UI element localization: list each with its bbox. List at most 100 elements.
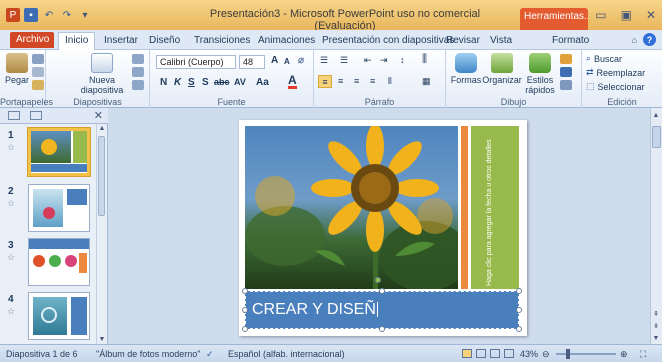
text-direction-icon[interactable]: ⫼ — [422, 53, 427, 66]
resize-handle[interactable] — [516, 288, 522, 294]
close-icon[interactable]: ✕ — [646, 8, 656, 22]
strike-button[interactable]: abc — [214, 77, 230, 87]
align-left-icon[interactable]: ≡ — [318, 75, 332, 88]
spacing-button[interactable]: AV — [234, 77, 246, 87]
shadow-button[interactable]: S — [202, 77, 209, 88]
slide-thumbnail-3[interactable] — [28, 238, 90, 286]
shape-fill-icon[interactable] — [560, 54, 572, 64]
restore-icon[interactable]: ▣ — [621, 8, 632, 22]
tab-revisar[interactable]: Revisar — [440, 33, 486, 50]
minimize-icon[interactable]: ▭ — [595, 8, 606, 22]
font-color-button[interactable]: A — [288, 74, 297, 89]
grow-font-icon[interactable]: A — [271, 55, 278, 66]
reset-icon[interactable] — [132, 67, 144, 77]
new-slide-button[interactable]: Nueva diapositiva — [81, 53, 123, 95]
title-textbox[interactable]: CREAR Y DISEÑ — [245, 291, 519, 329]
language[interactable]: Español (alfab. internacional) — [228, 349, 345, 359]
clear-format-icon[interactable]: ⌀ — [298, 55, 304, 66]
save-icon[interactable]: ▪ — [24, 8, 38, 22]
shape-outline-icon[interactable] — [560, 67, 572, 77]
main-scrollbar[interactable]: ▲ ⇞ ⇟ ▼ — [650, 108, 662, 344]
increase-indent-icon[interactable]: ⇥ — [380, 55, 388, 66]
main-scroll-thumb[interactable] — [652, 126, 661, 148]
prev-slide-icon[interactable]: ⇞ — [652, 310, 660, 318]
scroll-down-icon[interactable]: ▼ — [98, 336, 106, 343]
replace-button[interactable]: ⇄ Reemplazar — [586, 67, 645, 78]
tab-presentacion[interactable]: Presentación con diapositivas — [316, 33, 460, 50]
scroll-up-icon[interactable]: ▲ — [98, 125, 106, 132]
font-name-combo[interactable]: Calibri (Cuerpo) — [156, 55, 236, 69]
bold-button[interactable]: N — [160, 77, 167, 88]
italic-button[interactable]: K — [174, 77, 181, 88]
shrink-font-icon[interactable]: A — [284, 57, 290, 66]
cut-icon[interactable] — [32, 54, 44, 64]
quick-styles-button[interactable]: Estilos rápidos — [522, 53, 558, 95]
case-button[interactable]: Aa — [256, 77, 269, 88]
section-icon[interactable] — [132, 80, 144, 90]
resize-handle[interactable] — [379, 326, 385, 332]
slides-tab-icon[interactable] — [8, 111, 20, 120]
zoom-slider-thumb[interactable] — [566, 349, 570, 359]
reading-view-icon[interactable] — [490, 349, 500, 358]
zoom-in-icon[interactable]: ⊕ — [620, 349, 628, 360]
green-side-panel[interactable] — [471, 126, 519, 289]
smartart-icon[interactable]: ▦ — [422, 76, 431, 87]
normal-view-icon[interactable] — [462, 349, 472, 358]
slide-thumbnail-2[interactable] — [28, 184, 90, 232]
slide-canvas[interactable]: Haga clic para agregar la fecha u otros … — [239, 120, 527, 336]
resize-handle[interactable] — [516, 307, 522, 313]
scroll-thumb[interactable] — [98, 136, 105, 216]
customize-qat-icon[interactable]: ▾ — [78, 8, 92, 22]
next-slide-icon[interactable]: ⇟ — [652, 322, 660, 330]
scroll-down-icon[interactable]: ▼ — [652, 335, 660, 342]
slideshow-view-icon[interactable] — [504, 349, 514, 358]
minimize-ribbon-icon[interactable]: ⌂ — [632, 35, 637, 45]
scroll-up-icon[interactable]: ▲ — [652, 112, 660, 119]
layout-icon[interactable] — [132, 54, 144, 64]
copy-icon[interactable] — [32, 67, 44, 77]
underline-button[interactable]: S — [188, 77, 195, 88]
resize-handle[interactable] — [242, 288, 248, 294]
font-size-combo[interactable]: 48 — [239, 55, 265, 69]
theme-name[interactable]: "Álbum de fotos moderno" — [96, 349, 200, 359]
outline-tab-icon[interactable] — [30, 111, 42, 120]
resize-handle[interactable] — [242, 307, 248, 313]
resize-handle[interactable] — [516, 326, 522, 332]
decrease-indent-icon[interactable]: ⇤ — [364, 55, 372, 66]
resize-handle[interactable] — [242, 326, 248, 332]
powerpoint-logo-icon[interactable]: P — [6, 8, 20, 22]
slides-panel-scrollbar[interactable]: ▲ ▼ — [96, 124, 106, 344]
tab-inicio[interactable]: Inicio — [58, 32, 96, 50]
shapes-button[interactable]: Formas — [450, 53, 482, 85]
justify-icon[interactable]: ≡ — [370, 76, 375, 86]
spellcheck-icon[interactable]: ✓ — [206, 349, 214, 360]
shape-effects-icon[interactable] — [560, 80, 572, 90]
tab-archivo[interactable]: Archivo — [10, 32, 54, 48]
sunflower-photo[interactable] — [245, 126, 458, 289]
resize-handle[interactable] — [379, 288, 385, 294]
tab-diseno[interactable]: Diseño — [143, 33, 186, 50]
slide-thumbnail-1[interactable] — [27, 127, 91, 177]
zoom-out-icon[interactable]: ⊖ — [542, 349, 550, 360]
tab-vista[interactable]: Vista — [484, 33, 518, 50]
tab-transiciones[interactable]: Transiciones — [188, 33, 256, 50]
bullets-icon[interactable]: ☰ — [320, 55, 328, 66]
arrange-button[interactable]: Organizar — [482, 53, 522, 85]
sorter-view-icon[interactable] — [476, 349, 486, 358]
help-icon[interactable]: ? — [643, 33, 656, 46]
tab-formato[interactable]: Formato — [546, 33, 595, 50]
select-button[interactable]: ⬚ Seleccionar — [586, 81, 645, 92]
tab-animaciones[interactable]: Animaciones — [252, 33, 321, 50]
columns-icon[interactable]: ⫴ — [388, 76, 392, 87]
numbering-icon[interactable]: ☰ — [340, 55, 348, 66]
slide-thumbnail-4[interactable] — [28, 292, 90, 340]
tab-insertar[interactable]: Insertar — [98, 33, 144, 50]
zoom-slider-track[interactable] — [556, 353, 616, 355]
fit-window-icon[interactable]: ⛶ — [640, 349, 646, 360]
align-right-icon[interactable]: ≡ — [354, 76, 359, 86]
contextual-tools-tab[interactable]: Herramientas... — [520, 8, 588, 30]
rotate-handle[interactable] — [375, 277, 381, 283]
format-painter-icon[interactable] — [32, 80, 44, 90]
undo-icon[interactable]: ↶ — [42, 8, 56, 22]
find-button[interactable]: ⌕ Buscar — [586, 53, 622, 64]
